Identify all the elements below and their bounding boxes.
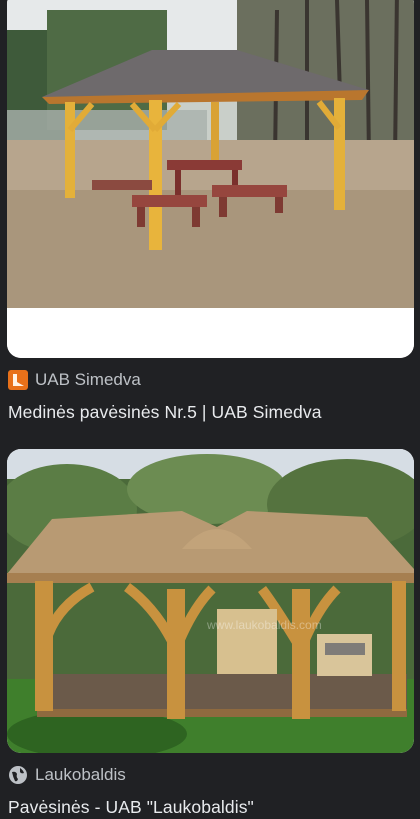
result-source[interactable]: UAB Simedva [8, 370, 141, 390]
result-source[interactable]: Laukobaldis [8, 765, 126, 785]
result-title[interactable]: Medinės pavėsinės Nr.5 | UAB Simedva [8, 402, 322, 423]
source-name: Laukobaldis [35, 765, 126, 784]
globe-icon [8, 765, 28, 785]
result-thumbnail[interactable]: www.laukobaldis.com [7, 449, 414, 753]
watermark-text: www.laukobaldis.com [206, 618, 322, 632]
source-name: UAB Simedva [35, 370, 141, 389]
gazebo-photo [7, 0, 414, 358]
simedva-logo-icon [8, 370, 28, 390]
gazebo-photo: www.laukobaldis.com [7, 449, 414, 753]
result-thumbnail[interactable] [7, 0, 414, 358]
result-title[interactable]: Pavėsinės - UAB "Laukobaldis" [8, 797, 254, 818]
